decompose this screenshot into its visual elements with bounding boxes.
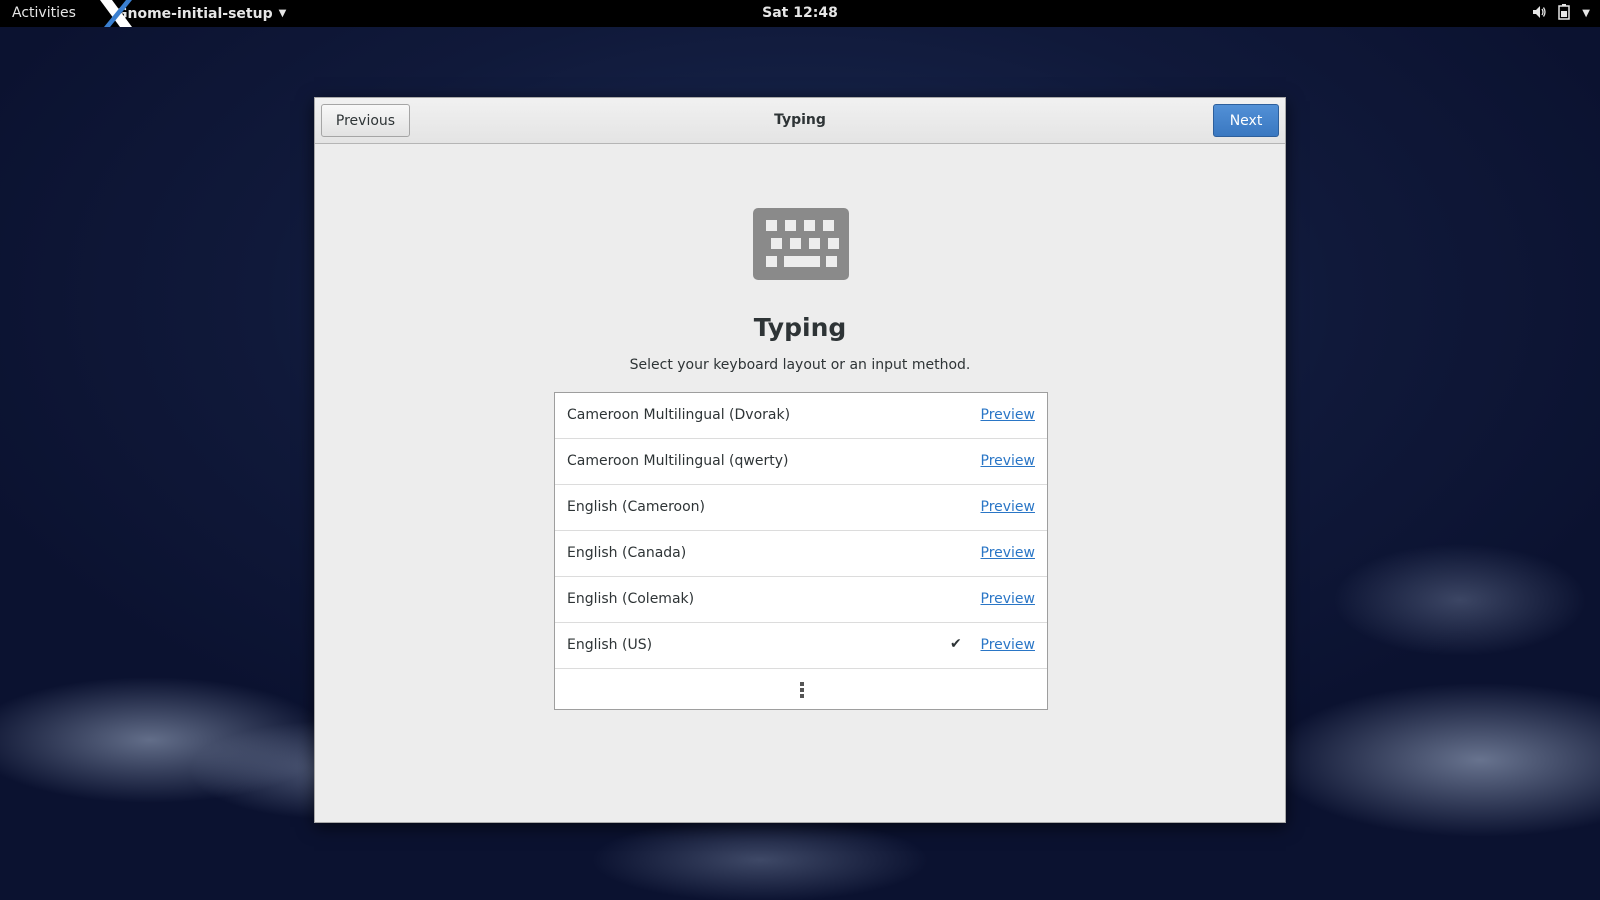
window-title: Typing (774, 112, 826, 128)
preview-link[interactable]: Preview (981, 637, 1036, 653)
view-more-icon (800, 682, 804, 686)
chevron-down-icon[interactable]: ▼ (1582, 8, 1590, 19)
battery-icon[interactable] (1558, 3, 1571, 24)
layout-name: Cameroon Multilingual (Dvorak) (567, 407, 791, 423)
system-tray[interactable]: ▼ (1532, 0, 1590, 27)
layout-name: English (Canada) (567, 545, 687, 561)
layout-row[interactable]: English (Cameroon) Preview (555, 485, 1047, 531)
layout-name: English (Colemak) (567, 591, 695, 607)
header-bar: Previous Typing Next (315, 98, 1285, 144)
layout-row[interactable]: English (Colemak) Preview (555, 577, 1047, 623)
layout-row[interactable]: English (Canada) Preview (555, 531, 1047, 577)
view-more-icon-dot (800, 694, 804, 698)
next-button[interactable]: Next (1213, 104, 1279, 137)
view-more-icon-dot (800, 688, 804, 692)
page-heading: Typing (753, 313, 847, 342)
app-menu[interactable]: Gnome-initial-setup ▼ (98, 0, 286, 27)
layout-row[interactable]: Cameroon Multilingual (qwerty) Preview (555, 439, 1047, 485)
layout-name: English (Cameroon) (567, 499, 705, 515)
preview-link[interactable]: Preview (981, 407, 1036, 423)
keyboard-layout-list: Cameroon Multilingual (Dvorak) Preview C… (554, 392, 1048, 710)
chevron-down-icon: ▼ (278, 8, 287, 19)
layout-name: Cameroon Multilingual (qwerty) (567, 453, 789, 469)
keyboard-icon (753, 208, 849, 280)
app-menu-label: Gnome-initial-setup (116, 5, 273, 22)
x-app-icon (98, 0, 134, 27)
speaker-icon[interactable] (1532, 5, 1546, 23)
preview-link[interactable]: Preview (981, 545, 1036, 561)
page-subtitle: Select your keyboard layout or an input … (629, 357, 971, 373)
top-bar: Activities Gnome-initial-setup ▼ Sat 12:… (0, 0, 1600, 27)
activities-button[interactable]: Activities (12, 5, 76, 21)
more-layouts-button[interactable] (555, 669, 1047, 707)
layout-row-selected[interactable]: English (US) ✔ Preview (555, 623, 1047, 669)
layout-row[interactable]: Cameroon Multilingual (Dvorak) Preview (555, 393, 1047, 439)
initial-setup-window: Previous Typing Next Typing Select your … (314, 97, 1286, 823)
preview-link[interactable]: Preview (981, 591, 1036, 607)
preview-link[interactable]: Preview (981, 499, 1036, 515)
preview-link[interactable]: Preview (981, 453, 1036, 469)
checkmark-icon: ✔ (950, 636, 962, 652)
layout-name: English (US) (567, 637, 653, 653)
